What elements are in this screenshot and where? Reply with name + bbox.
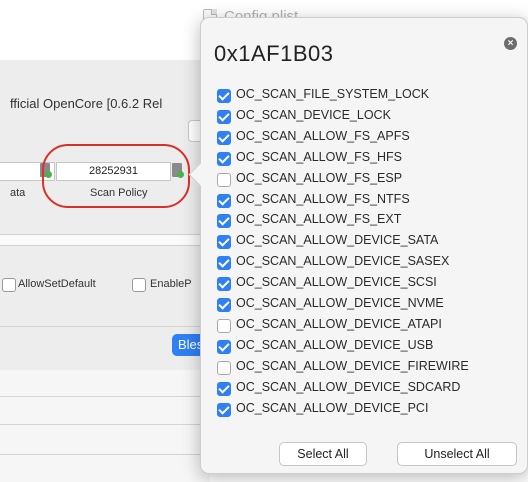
scan-flag-label: OC_SCAN_ALLOW_FS_ESP bbox=[236, 170, 403, 185]
enable-label: EnableP bbox=[150, 278, 192, 290]
scan-flag-checkbox[interactable] bbox=[217, 339, 231, 354]
scan-flag-item[interactable]: OC_SCAN_ALLOW_FS_APFS bbox=[217, 129, 517, 149]
divider bbox=[0, 454, 210, 455]
scan-flag-checkbox[interactable] bbox=[217, 130, 231, 145]
scan-flag-label: OC_SCAN_ALLOW_DEVICE_FIREWIRE bbox=[236, 358, 469, 373]
scan-flag-item[interactable]: OC_SCAN_ALLOW_DEVICE_SASEX bbox=[217, 254, 517, 274]
scan-flag-item[interactable]: OC_SCAN_ALLOW_DEVICE_ATAPI bbox=[217, 317, 517, 337]
scan-flag-item[interactable]: OC_SCAN_ALLOW_DEVICE_FIREWIRE bbox=[217, 359, 517, 379]
scan-flag-label: OC_SCAN_ALLOW_FS_HFS bbox=[236, 149, 403, 164]
allow-set-default-label: AllowSetDefault bbox=[18, 278, 96, 290]
scan-flag-checkbox[interactable] bbox=[217, 151, 231, 166]
scan-flag-item[interactable]: OC_SCAN_ALLOW_DEVICE_SATA bbox=[217, 233, 517, 253]
scan-flag-checkbox[interactable] bbox=[217, 109, 231, 124]
scan-flag-checkbox[interactable] bbox=[217, 235, 231, 250]
scan-flag-item[interactable]: OC_SCAN_ALLOW_FS_HFS bbox=[217, 150, 517, 170]
checkbox-row: AllowSetDefault EnableP bbox=[0, 275, 210, 295]
allow-set-default-checkbox[interactable] bbox=[2, 278, 16, 292]
scan-flag-checkbox[interactable] bbox=[217, 193, 231, 208]
scan-flag-label: OC_SCAN_ALLOW_FS_EXT bbox=[236, 212, 402, 227]
scan-flag-label: OC_SCAN_ALLOW_DEVICE_SASEX bbox=[236, 254, 450, 269]
scan-flag-label: OC_SCAN_DEVICE_LOCK bbox=[236, 107, 391, 122]
scan-flag-checkbox[interactable] bbox=[217, 172, 231, 187]
scan-flag-item[interactable]: OC_SCAN_ALLOW_FS_NTFS bbox=[217, 192, 517, 212]
scan-flag-label: OC_SCAN_ALLOW_FS_APFS bbox=[236, 128, 410, 143]
left-field-label: ata bbox=[10, 187, 26, 199]
unselect-all-button[interactable]: Unselect All bbox=[397, 442, 517, 466]
select-all-button[interactable]: Select All bbox=[279, 442, 367, 466]
scan-flag-checkbox[interactable] bbox=[217, 298, 231, 312]
enable-checkbox[interactable] bbox=[132, 278, 146, 292]
scan-flag-item[interactable]: OC_SCAN_ALLOW_DEVICE_NVME bbox=[217, 296, 517, 316]
scan-flag-checkbox[interactable] bbox=[217, 360, 231, 375]
scan-policy-highlight bbox=[42, 144, 190, 208]
scan-flag-label: OC_SCAN_ALLOW_DEVICE_ATAPI bbox=[236, 316, 442, 331]
opencore-version-text: fficial OpenCore [0.6.2 Rel bbox=[10, 96, 163, 111]
close-icon[interactable]: × bbox=[504, 37, 517, 50]
scan-flag-label: OC_SCAN_ALLOW_DEVICE_SCSI bbox=[236, 275, 437, 290]
scan-flag-item[interactable]: OC_SCAN_ALLOW_DEVICE_SCSI bbox=[217, 275, 517, 295]
scan-flag-item[interactable]: OC_SCAN_ALLOW_FS_EXT bbox=[217, 212, 517, 232]
scan-flag-checkbox[interactable] bbox=[217, 277, 231, 292]
lower-panel bbox=[0, 370, 210, 482]
scan-flag-label: OC_SCAN_FILE_SYSTEM_LOCK bbox=[236, 87, 430, 101]
divider bbox=[0, 396, 210, 397]
scan-flag-checkbox[interactable] bbox=[217, 214, 231, 229]
scan-flag-item[interactable]: OC_SCAN_ALLOW_DEVICE_SDCARD bbox=[217, 380, 517, 400]
popover-title: 0x1AF1B03 bbox=[214, 41, 334, 66]
scan-flag-item[interactable]: OC_SCAN_ALLOW_DEVICE_PCI bbox=[217, 401, 517, 421]
scan-flag-checkbox[interactable] bbox=[217, 318, 231, 333]
scan-policy-popover: 0x1AF1B03 × OC_SCAN_FILE_SYSTEM_LOCK OC_S… bbox=[188, 17, 528, 474]
scan-flag-label: OC_SCAN_ALLOW_FS_NTFS bbox=[236, 191, 410, 206]
scan-flag-label: OC_SCAN_ALLOW_DEVICE_NVME bbox=[236, 296, 444, 310]
scan-flag-checkbox[interactable] bbox=[217, 89, 231, 103]
scan-flag-item[interactable]: OC_SCAN_DEVICE_LOCK bbox=[217, 108, 517, 128]
scan-flag-label: OC_SCAN_ALLOW_DEVICE_PCI bbox=[236, 400, 429, 415]
divider bbox=[0, 326, 210, 327]
scan-flag-item[interactable]: OC_SCAN_ALLOW_DEVICE_USB bbox=[217, 338, 517, 358]
scan-flag-item[interactable]: OC_SCAN_ALLOW_FS_ESP bbox=[217, 171, 517, 191]
horizontal-scroller[interactable] bbox=[0, 234, 210, 246]
scan-flag-checkbox[interactable] bbox=[217, 256, 231, 271]
scan-flag-checkbox[interactable] bbox=[217, 402, 231, 417]
scan-flag-item[interactable]: OC_SCAN_FILE_SYSTEM_LOCK bbox=[217, 87, 517, 107]
divider bbox=[0, 424, 210, 425]
scan-flag-checkbox[interactable] bbox=[217, 381, 231, 396]
scan-flag-label: OC_SCAN_ALLOW_DEVICE_SDCARD bbox=[236, 379, 461, 394]
scan-flag-label: OC_SCAN_ALLOW_DEVICE_SATA bbox=[236, 233, 439, 248]
scan-flag-label: OC_SCAN_ALLOW_DEVICE_USB bbox=[236, 337, 434, 352]
